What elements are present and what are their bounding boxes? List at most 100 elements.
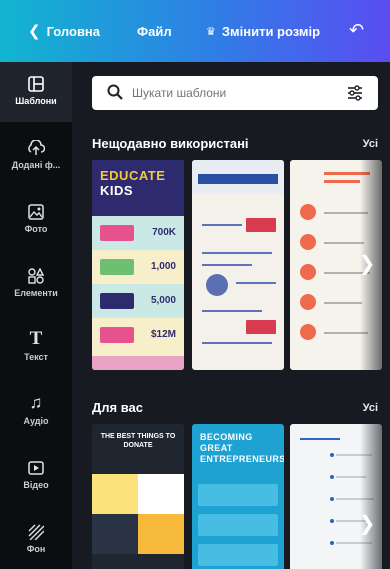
card-title-line2: GREAT xyxy=(200,443,233,453)
card-title-line1: BECOMING xyxy=(200,432,253,442)
card-footer xyxy=(92,356,184,370)
text-line xyxy=(202,224,242,226)
sidebar-item-label: Фон xyxy=(26,544,46,554)
sidebar-item-text[interactable]: T Текст xyxy=(0,318,72,378)
red-block xyxy=(246,320,276,334)
timeline-dot xyxy=(330,453,334,457)
template-card-infographic-blue[interactable] xyxy=(192,160,284,370)
list-dot xyxy=(300,324,316,340)
grid-cell xyxy=(138,514,184,554)
resize-button[interactable]: ♛ Змінити розмір xyxy=(206,24,320,39)
sidebar-item-photos[interactable]: Фото xyxy=(0,190,72,250)
grid-cell xyxy=(138,474,184,514)
search-input[interactable] xyxy=(132,84,342,102)
list-dot xyxy=(300,294,316,310)
background-icon xyxy=(0,520,72,542)
timeline-dot xyxy=(330,475,334,479)
template-card-donate[interactable]: THE BEST THINGS TO DONATE xyxy=(92,424,184,569)
sidebar-item-label: Шаблони xyxy=(15,96,57,106)
title-line xyxy=(300,438,340,440)
timeline-dot xyxy=(330,519,334,523)
search-icon xyxy=(107,84,123,100)
list-dot xyxy=(300,204,316,220)
for-you-next-arrow-icon[interactable]: ❯ xyxy=(356,504,378,544)
stat-value: 700K xyxy=(152,227,176,238)
audio-icon: ♫ xyxy=(29,393,43,412)
recent-see-all-link[interactable]: Усі xyxy=(363,138,378,150)
sidebar-item-label: Фото xyxy=(24,224,48,234)
text-line xyxy=(202,252,272,254)
sidebar-item-video[interactable]: Відео xyxy=(0,446,72,506)
stat-row: 700K xyxy=(92,216,184,250)
sidebar-item-templates[interactable]: Шаблони xyxy=(0,62,72,122)
scroll-fade xyxy=(360,424,390,569)
sidebar-item-background[interactable]: Фон xyxy=(0,510,72,569)
card-header: EDUCATE KIDS xyxy=(92,160,184,216)
card-title: THE BEST THINGS TO DONATE xyxy=(100,433,176,449)
list-dot xyxy=(300,234,316,250)
text-line xyxy=(202,342,272,344)
sidebar-item-elements[interactable]: Елементи xyxy=(0,254,72,314)
stat-block xyxy=(100,327,134,343)
card-title-line3: ENTREPRENEURS xyxy=(200,454,284,464)
text-line xyxy=(202,264,252,266)
stat-block xyxy=(100,293,134,309)
file-menu-button[interactable]: Файл xyxy=(137,24,172,39)
lamp-graphic xyxy=(206,274,228,296)
stat-row: 1,000 xyxy=(92,250,184,284)
templates-icon xyxy=(0,72,72,94)
card-title-line1: EDUCATE xyxy=(100,168,166,183)
template-card-educate-kids[interactable]: EDUCATE KIDS 700K 1,000 5,000 $12M xyxy=(92,160,184,370)
sidebar-item-label: Елементи xyxy=(14,288,58,298)
photo-icon xyxy=(0,200,72,222)
for-you-section-title: Для вас xyxy=(92,400,143,415)
info-bar xyxy=(198,514,278,536)
card-title: BECOMING GREAT ENTREPRENEURS xyxy=(192,424,284,480)
crown-icon: ♛ xyxy=(206,26,216,38)
recent-next-arrow-icon[interactable]: ❯ xyxy=(356,244,378,284)
resize-label: Змінити розмір xyxy=(221,24,321,39)
card-title-line2: KIDS xyxy=(100,183,134,198)
undo-icon[interactable]: ↶ xyxy=(349,20,364,41)
stat-row: $12M xyxy=(92,318,184,352)
stat-block xyxy=(100,225,134,241)
sidebar-item-label: Аудіо xyxy=(23,416,49,426)
video-icon xyxy=(0,456,72,478)
info-bar xyxy=(198,484,278,506)
title-line xyxy=(324,180,360,183)
upload-icon xyxy=(0,136,72,158)
text-line xyxy=(236,282,276,284)
sidebar-item-audio[interactable]: ♫ Аудіо xyxy=(0,382,72,442)
timeline-dot xyxy=(330,497,334,501)
header-band xyxy=(198,174,278,184)
search-bar xyxy=(92,76,378,110)
text-line xyxy=(324,302,362,304)
stat-value: 5,000 xyxy=(150,295,176,306)
info-bar xyxy=(198,544,278,566)
stat-value: $12M xyxy=(150,329,176,340)
elements-icon xyxy=(0,264,72,286)
text-icon: T xyxy=(29,328,43,349)
chevron-left-icon: ❮ xyxy=(28,23,41,40)
stat-block xyxy=(100,259,134,275)
for-you-see-all-link[interactable]: Усі xyxy=(363,402,378,414)
list-dot xyxy=(300,264,316,280)
template-card-entrepreneurs[interactable]: BECOMING GREAT ENTREPRENEURS xyxy=(192,424,284,569)
home-label: Головна xyxy=(46,23,101,39)
timeline-dot xyxy=(330,541,334,545)
top-bar: ❮ Головна Файл ♛ Змінити розмір ↶ xyxy=(0,0,390,62)
filter-icon[interactable] xyxy=(346,84,364,102)
grid-cell xyxy=(92,474,138,514)
sidebar-item-label: Текст xyxy=(24,352,48,362)
home-button[interactable]: ❮ Головна xyxy=(28,22,100,40)
red-block xyxy=(246,218,276,232)
grid-cell xyxy=(92,514,138,554)
recent-section-title: Нещодавно використані xyxy=(92,136,249,151)
card-header xyxy=(192,160,284,194)
stat-value: 1,000 xyxy=(150,261,176,272)
templates-panel: Нещодавно використані Усі EDUCATE KIDS 7… xyxy=(72,62,390,569)
text-line xyxy=(202,310,262,312)
sidebar-item-label: Додані ф... xyxy=(11,160,61,170)
stat-row: 5,000 xyxy=(92,284,184,318)
sidebar-item-uploads[interactable]: Додані ф... xyxy=(0,126,72,186)
